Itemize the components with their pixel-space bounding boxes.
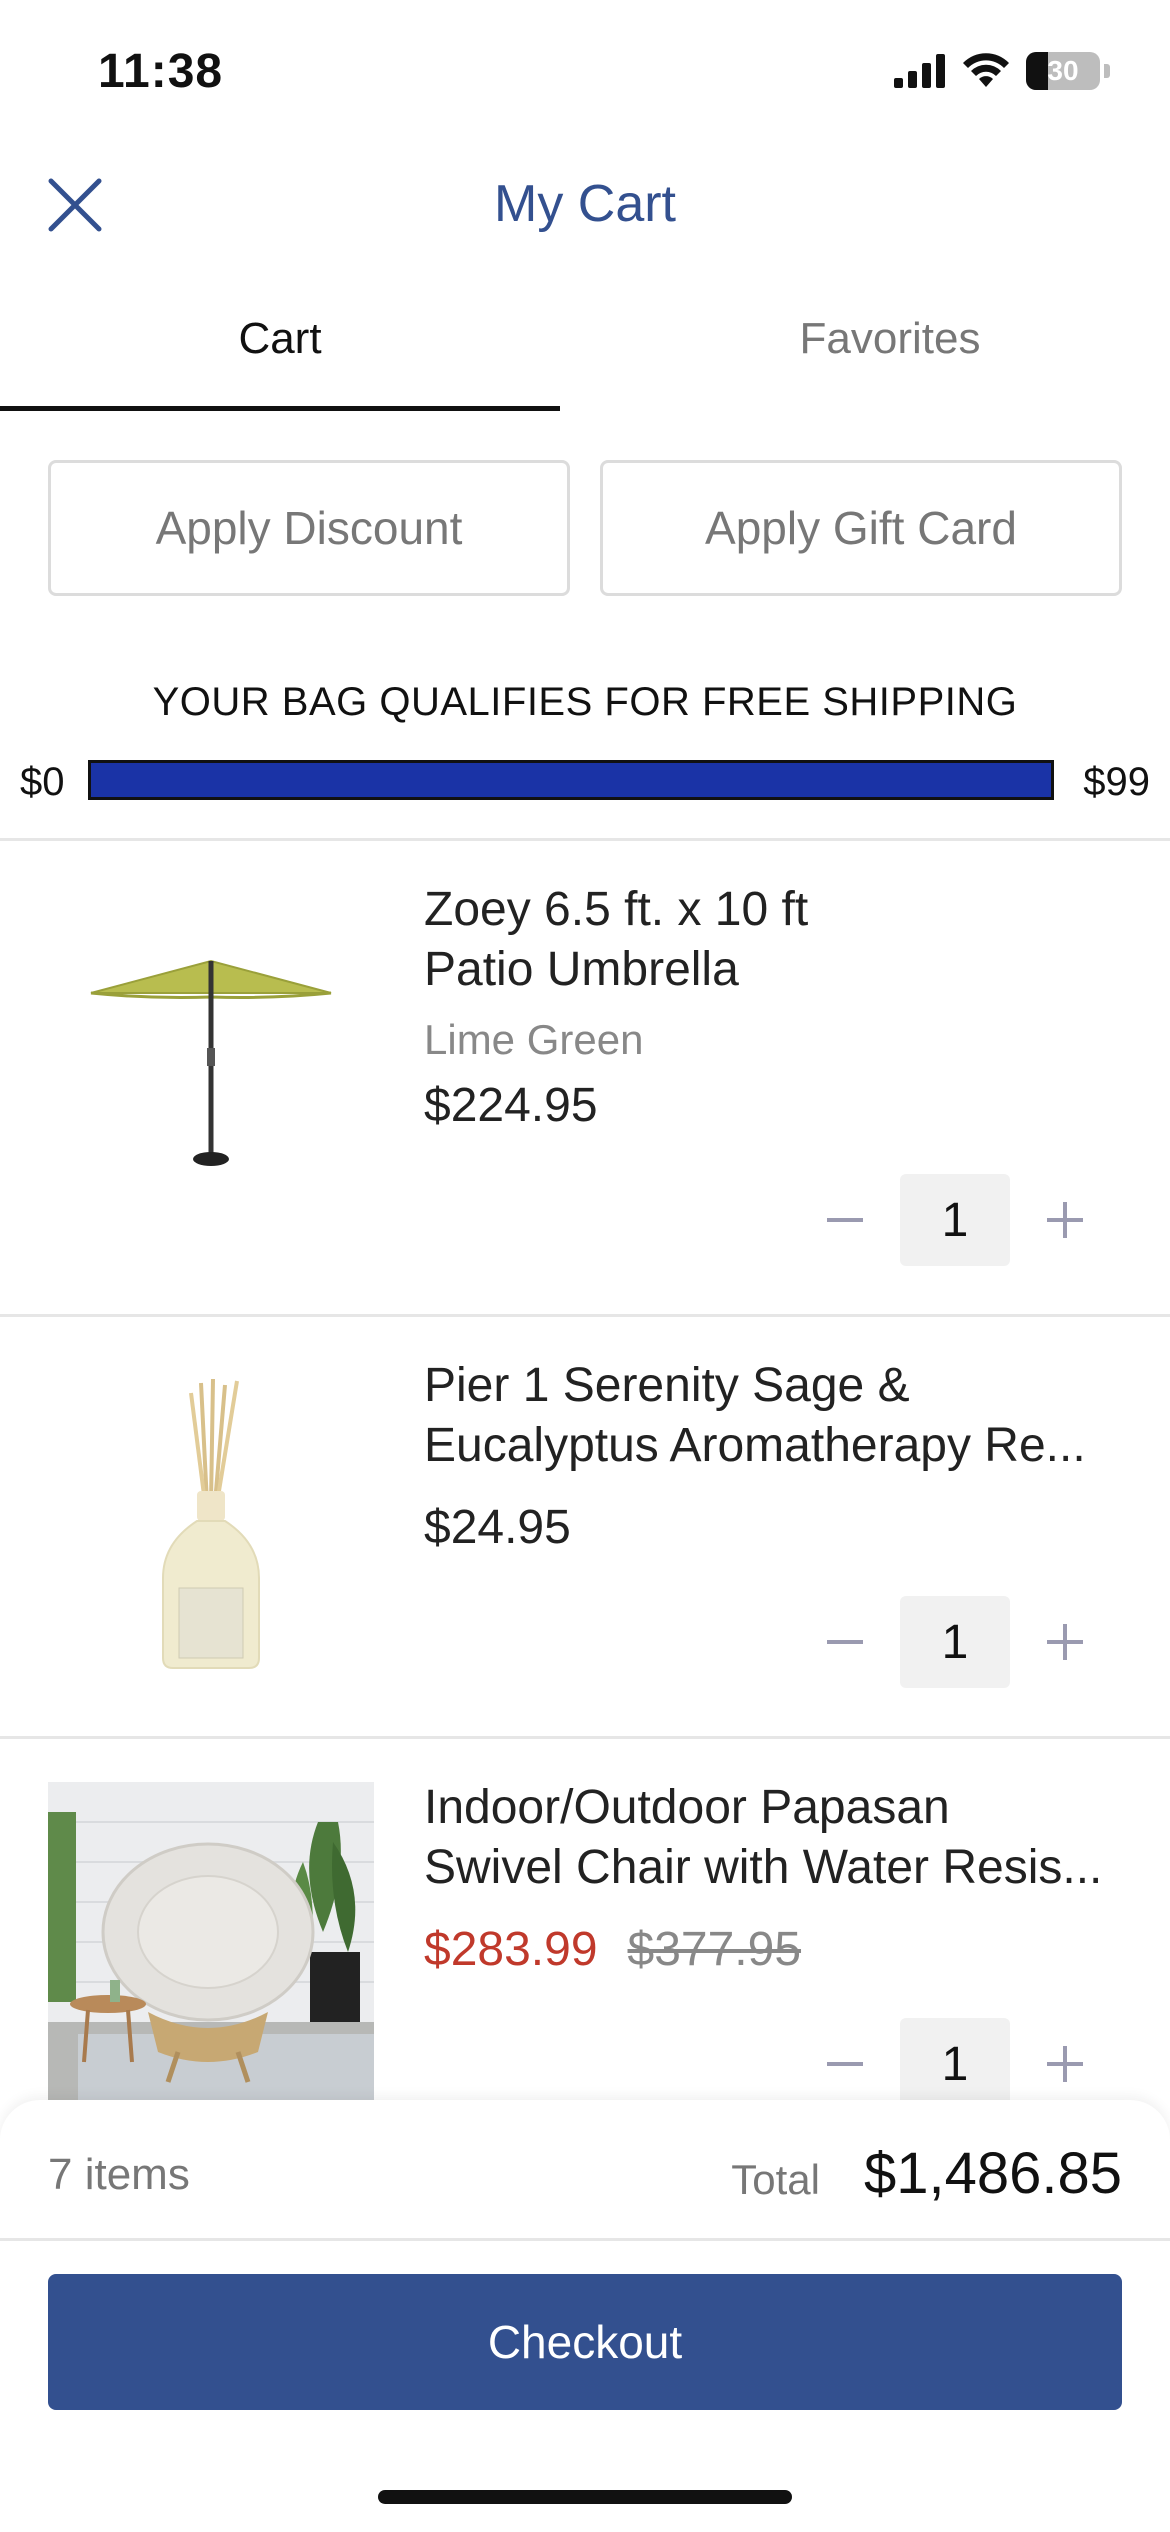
item-name[interactable]: Zoey 6.5 ft. x 10 ft Patio Umbrella	[424, 880, 1144, 1000]
tab-cart[interactable]: Cart	[0, 300, 560, 415]
minus-icon	[827, 2062, 863, 2066]
umbrella-image[interactable]	[48, 900, 374, 1226]
shipping-progress: $0 $99	[0, 756, 1170, 806]
sale-price: $283.99	[424, 1923, 598, 1976]
active-tab-indicator	[0, 406, 560, 411]
item-name[interactable]: Indoor/Outdoor Papasan Swivel Chair with…	[424, 1778, 1144, 1898]
battery-icon: 30	[1026, 52, 1100, 90]
apply-discount-button[interactable]: Apply Discount	[48, 460, 570, 596]
progress-min-label: $0	[20, 760, 65, 804]
cart-item[interactable]: Indoor/Outdoor Papasan Swivel Chair with…	[0, 1738, 1170, 2118]
increase-quantity-button[interactable]	[1030, 1607, 1100, 1677]
original-price: $377.95	[627, 1923, 802, 1976]
cellular-signal-icon	[894, 54, 945, 88]
papasan-chair-photo	[48, 1782, 374, 2108]
quantity-stepper: 1	[810, 2018, 1100, 2110]
minus-icon	[827, 1218, 863, 1222]
checkout-footer: 7 items Total $1,486.85 Checkout	[0, 2100, 1170, 2532]
quantity-stepper: 1	[810, 1596, 1100, 1688]
progress-max-label: $99	[1083, 760, 1150, 804]
quantity-value[interactable]: 1	[900, 1174, 1010, 1266]
minus-icon	[827, 1640, 863, 1644]
progress-fill	[91, 763, 1051, 797]
item-price: $283.99 $377.95	[424, 1922, 801, 1977]
item-price: $224.95	[424, 1079, 598, 1132]
item-name-line: Eucalyptus Aromatherapy Re...	[424, 1419, 1086, 1472]
item-price: $24.95	[424, 1501, 571, 1554]
plus-icon	[1047, 2046, 1083, 2082]
tab-favorites[interactable]: Favorites	[610, 300, 1170, 415]
item-variant: Lime Green	[424, 1016, 644, 1063]
item-name-line: Zoey 6.5 ft. x 10 ft	[424, 883, 809, 936]
page-title: My Cart	[494, 175, 676, 233]
progress-track	[88, 760, 1054, 800]
battery-level: 30	[1047, 55, 1079, 86]
decrease-quantity-button[interactable]	[810, 2029, 880, 2099]
plus-icon	[1047, 1624, 1083, 1660]
checkout-button[interactable]: Checkout	[48, 2274, 1122, 2410]
free-shipping-message: YOUR BAG QUALIFIES FOR FREE SHIPPING	[152, 680, 1018, 724]
items-count: 7 items	[48, 2150, 190, 2199]
item-name-line: Indoor/Outdoor Papasan	[424, 1781, 950, 1834]
action-buttons: Apply Discount Apply Gift Card	[48, 460, 1122, 596]
footer-divider	[0, 2238, 1170, 2241]
home-indicator[interactable]	[378, 2490, 792, 2504]
item-name-line: Pier 1 Serenity Sage &	[424, 1359, 910, 1412]
apply-gift-card-button[interactable]: Apply Gift Card	[600, 460, 1122, 596]
quantity-value[interactable]: 1	[900, 1596, 1010, 1688]
quantity-value[interactable]: 1	[900, 2018, 1010, 2110]
status-time: 11:38	[98, 45, 224, 98]
total-value: $1,486.85	[863, 2141, 1122, 2206]
plus-icon	[1047, 1202, 1083, 1238]
tabs: Cart Favorites	[0, 300, 1170, 415]
decrease-quantity-button[interactable]	[810, 1607, 880, 1677]
cart-item[interactable]: Zoey 6.5 ft. x 10 ft Patio Umbrella Lime…	[0, 840, 1170, 1316]
wifi-icon	[963, 53, 1009, 87]
item-name-line: Patio Umbrella	[424, 943, 739, 996]
quantity-stepper: 1	[810, 1174, 1100, 1266]
diffuser-image[interactable]	[48, 1360, 374, 1686]
total-label: Total	[731, 2156, 820, 2203]
decrease-quantity-button[interactable]	[810, 1185, 880, 1255]
item-name[interactable]: Pier 1 Serenity Sage & Eucalyptus Aromat…	[424, 1356, 1144, 1476]
increase-quantity-button[interactable]	[1030, 2029, 1100, 2099]
status-bar: 11:38 30	[0, 0, 1170, 150]
patio-umbrella-icon	[90, 959, 332, 1166]
header: My Cart	[0, 150, 1170, 260]
papasan-chair-image[interactable]	[48, 1782, 374, 2108]
status-icons: 30	[894, 52, 1110, 90]
item-name-line: Swivel Chair with Water Resis...	[424, 1841, 1103, 1894]
increase-quantity-button[interactable]	[1030, 1185, 1100, 1255]
reed-diffuser-icon	[162, 1378, 260, 1669]
cart-item[interactable]: Pier 1 Serenity Sage & Eucalyptus Aromat…	[0, 1316, 1170, 1738]
